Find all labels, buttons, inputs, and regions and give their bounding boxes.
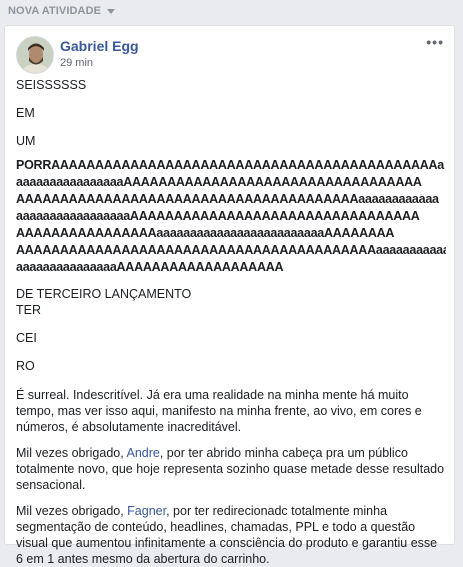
post-line: UM (16, 134, 36, 148)
post-line: CEI (16, 331, 37, 345)
shout-block: PORRAAAAAAAAAAAAAAAAAAAAAAAAAAAAAAAAAAAA… (16, 157, 446, 276)
shout-line: aaaaaaaaaaaaaaaaAAAAAAAAAAAAAAAAAAAAAAAA… (16, 175, 422, 189)
section-label: NOVA ATIVIDADE (8, 5, 102, 17)
more-options-icon[interactable]: ••• (426, 34, 444, 50)
post-timestamp[interactable]: 29 min (60, 57, 93, 69)
chevron-down-icon[interactable] (107, 9, 116, 14)
shout-line: aaaaaaaaaaaaaaaaaAAAAAAAAAAAAAAAAAAAAAAA… (16, 209, 420, 223)
avatar[interactable] (16, 36, 54, 74)
post-line: SEISSSSSS (16, 78, 87, 92)
section-header[interactable]: NOVA ATIVIDADE (8, 5, 116, 17)
post-line: EM (16, 106, 35, 120)
paragraph-text: Mil vezes obrigado, (16, 446, 127, 460)
mention-link-fagner[interactable]: Fagner (127, 504, 166, 518)
post-line: RO (16, 359, 35, 373)
shout-line: AAAAAAAAAAAAAAAAaaaaaaaaaaaaaaaaaaaaaaaa… (16, 226, 395, 240)
paragraph-text: Mil vezes obrigado, (16, 504, 128, 518)
post-paragraph: Mil vezes obrigado, Andre, por ter abrid… (16, 445, 446, 493)
shout-line: AAAAAAAAAAAAAAAAAAAAAAAAAAAAAAAAAAAAAAAA… (16, 243, 446, 257)
shout-line: AAAAAAAAAAAAAAAAAAAAAAAAAAAAAAAAAAAAAAAa… (16, 192, 439, 206)
post-line: TER (16, 303, 41, 317)
shout-line: PORRAAAAAAAAAAAAAAAAAAAAAAAAAAAAAAAAAAAA… (16, 158, 445, 172)
avatar-photo (17, 37, 53, 73)
post-paragraph: É surreal. Indescritível. Já era uma rea… (16, 388, 422, 434)
author-name[interactable]: Gabriel Egg (60, 38, 139, 54)
post-card: Gabriel Egg 29 min ••• SEISSSSSS EM UM P… (4, 25, 455, 566)
mention-link-andre[interactable]: Andre (126, 446, 159, 460)
post-body: SEISSSSSS EM UM PORRAAAAAAAAAAAAAAAAAAAA… (16, 77, 446, 567)
post-paragraph: Mil vezes obrigado, Fagner, por ter redi… (16, 503, 446, 567)
post-line: DE TERCEIRO LANÇAMENTO (16, 287, 192, 301)
shout-line: aaaaaaaaaaaaaaaAAAAAAAAAAAAAAAAAAA (16, 260, 284, 274)
